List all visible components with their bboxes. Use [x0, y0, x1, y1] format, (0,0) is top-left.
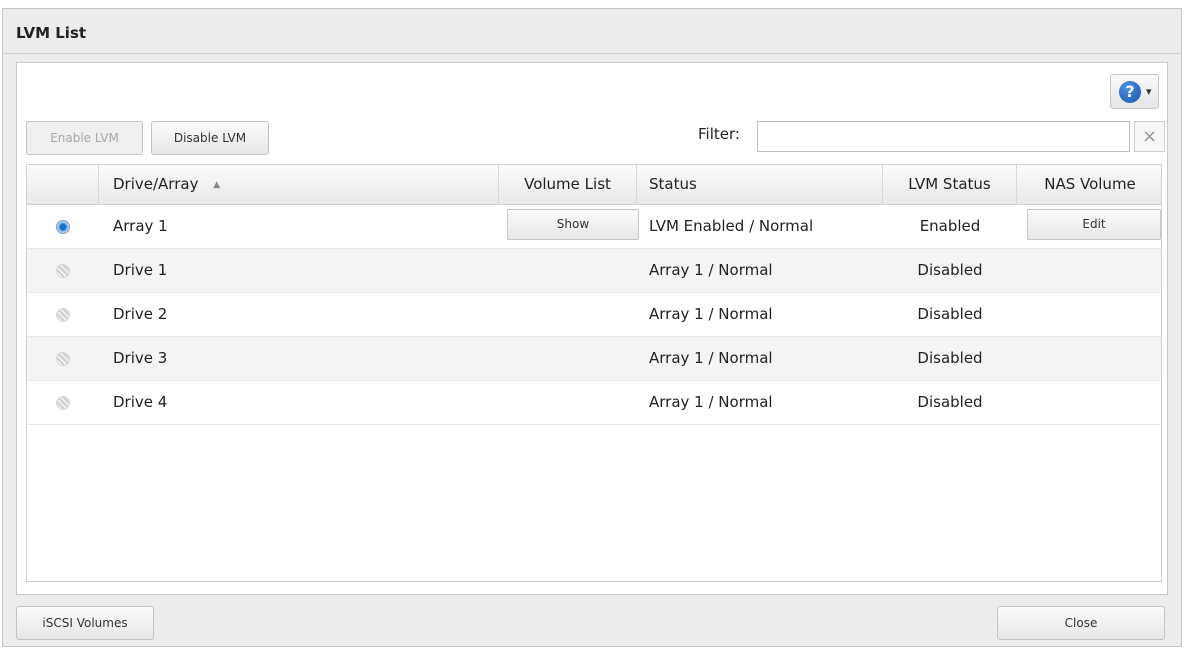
column-status[interactable]: Status — [637, 165, 883, 204]
sort-ascending-icon: ▲ — [213, 180, 221, 190]
filter-label: Filter: — [698, 125, 740, 143]
close-button[interactable]: Close — [997, 606, 1165, 640]
row-radio-disabled — [56, 396, 70, 410]
row-radio-disabled — [56, 264, 70, 278]
lvm-list-dialog: LVM List ? ▾ Enable LVM Disable LVM Filt… — [2, 8, 1182, 647]
disable-lvm-button[interactable]: Disable LVM — [151, 121, 269, 155]
table-header: Drive/Array ▲ Volume List Status LVM Sta… — [27, 165, 1161, 205]
row-radio-disabled — [56, 352, 70, 366]
row-lvm-status: Disabled — [917, 305, 983, 323]
table-row[interactable]: Drive 2 Array 1 / Normal Disabled — [27, 293, 1161, 337]
row-status: Array 1 / Normal — [649, 393, 773, 411]
show-volume-list-button[interactable]: Show — [507, 209, 639, 240]
column-drive-array[interactable]: Drive/Array ▲ — [99, 165, 499, 204]
row-name: Drive 3 — [113, 349, 168, 367]
clear-filter-icon[interactable]: × — [1134, 121, 1165, 152]
help-icon: ? — [1119, 81, 1141, 103]
dialog-title: LVM List — [16, 24, 87, 42]
chevron-down-icon: ▾ — [1146, 85, 1152, 98]
row-name: Drive 4 — [113, 393, 168, 411]
column-nas-volume[interactable]: NAS Volume — [1017, 165, 1161, 204]
enable-lvm-button[interactable]: Enable LVM — [26, 121, 143, 155]
table-row[interactable]: Drive 3 Array 1 / Normal Disabled — [27, 337, 1161, 381]
row-name: Array 1 — [113, 217, 168, 235]
column-drive-array-label: Drive/Array — [113, 175, 199, 193]
row-lvm-status: Enabled — [919, 217, 981, 235]
column-volume-list[interactable]: Volume List — [499, 165, 637, 204]
row-name: Drive 2 — [113, 305, 168, 323]
row-lvm-status: Disabled — [917, 349, 983, 367]
row-status: Array 1 / Normal — [649, 305, 773, 323]
row-radio-selected[interactable] — [56, 220, 70, 234]
table-row[interactable]: Drive 1 Array 1 / Normal Disabled — [27, 249, 1161, 293]
column-lvm-status[interactable]: LVM Status — [883, 165, 1017, 204]
row-status: LVM Enabled / Normal — [649, 217, 814, 235]
row-status: Array 1 / Normal — [649, 261, 773, 279]
row-lvm-status: Disabled — [917, 393, 983, 411]
select-column-header — [27, 165, 99, 204]
edit-nas-volume-button[interactable]: Edit — [1027, 209, 1161, 240]
lvm-table: Drive/Array ▲ Volume List Status LVM Sta… — [26, 164, 1162, 582]
help-menu-button[interactable]: ? ▾ — [1110, 74, 1159, 109]
table-row[interactable]: Drive 4 Array 1 / Normal Disabled — [27, 381, 1161, 425]
filter-input[interactable] — [757, 121, 1130, 152]
iscsi-volumes-button[interactable]: iSCSI Volumes — [16, 606, 154, 640]
content-panel: ? ▾ Enable LVM Disable LVM Filter: × Dri… — [16, 62, 1168, 595]
row-lvm-status: Disabled — [917, 261, 983, 279]
row-name: Drive 1 — [113, 261, 168, 279]
table-row[interactable]: Array 1 Show LVM Enabled / Normal Enable… — [27, 205, 1161, 249]
row-radio-disabled — [56, 308, 70, 322]
row-status: Array 1 / Normal — [649, 349, 773, 367]
title-divider — [3, 53, 1181, 54]
